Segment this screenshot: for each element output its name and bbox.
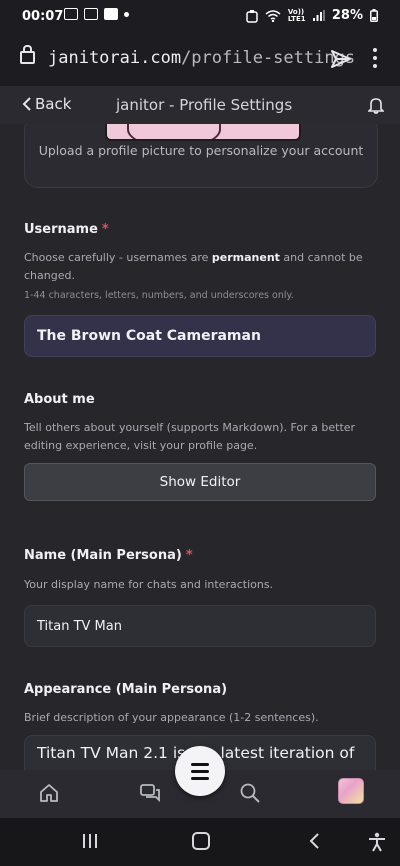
menu-button[interactable] (175, 746, 225, 796)
username-rule: 1-44 characters, letters, numbers, and u… (24, 290, 294, 301)
username-input[interactable]: The Brown Coat Cameraman (24, 315, 376, 357)
persona-name-label: Name (Main Persona) * (24, 548, 193, 563)
chats-icon[interactable] (139, 782, 161, 804)
url-text[interactable]: janitorai.com/profile-settings (48, 48, 355, 68)
system-navigation-bar (0, 818, 400, 866)
app-header: Back janitor - Profile Settings (0, 86, 400, 124)
username-label: Username * (24, 222, 109, 237)
profile-picture-preview[interactable] (105, 124, 301, 141)
system-status-icons: Vo)) LTE1 28% (246, 8, 378, 23)
more-notifications-icon (124, 11, 129, 17)
accessibility-icon[interactable] (368, 832, 386, 852)
browser-url-bar[interactable]: janitorai.com/profile-settings (0, 34, 400, 86)
settings-form[interactable]: Upload a profile picture to personalize … (0, 124, 400, 770)
page-title: janitor - Profile Settings (116, 96, 293, 114)
network-label: Vo)) LTE1 (287, 7, 306, 23)
username-help-text-1: Choose carefully - usernames are (24, 251, 212, 264)
required-mark: * (101, 222, 109, 237)
signal-icon (312, 10, 325, 21)
notification-icons (64, 8, 129, 20)
profile-picture-caption: Upload a profile picture to personalize … (38, 143, 364, 158)
username-help-bold: permanent (211, 251, 280, 264)
youtube-icon (104, 8, 118, 20)
url-path: /profile-settings (181, 48, 356, 68)
alarm-icon (246, 9, 258, 23)
recents-icon[interactable] (83, 834, 97, 848)
browser-menu-icon[interactable] (372, 48, 378, 70)
persona-name-help: Your display name for chats and interact… (24, 578, 274, 591)
profile-picture-card[interactable]: Upload a profile picture to personalize … (24, 124, 378, 188)
tv-icon (84, 8, 98, 20)
notifications-bell-icon[interactable] (368, 96, 384, 114)
appearance-help: Brief description of your appearance (1-… (24, 711, 319, 724)
url-host: janitorai.com (48, 48, 182, 68)
discord-icon (64, 8, 78, 20)
battery-icon (370, 9, 378, 22)
user-avatar[interactable] (338, 778, 364, 804)
persona-name-input[interactable]: Titan TV Man (24, 605, 376, 647)
search-icon[interactable] (239, 782, 261, 804)
about-help: Tell others about yourself (supports Mar… (24, 421, 356, 452)
status-bar: 00:07 Vo)) LTE1 28% (0, 0, 400, 34)
home-button-icon[interactable] (192, 832, 210, 850)
show-editor-button[interactable]: Show Editor (24, 463, 376, 501)
status-time: 00:07 (22, 9, 64, 24)
about-label: About me (24, 392, 95, 407)
lock-icon[interactable] (20, 45, 35, 64)
battery-percent: 28% (331, 8, 363, 23)
wifi-icon (265, 9, 281, 22)
username-label-text: Username (24, 222, 98, 237)
share-icon[interactable] (330, 48, 352, 70)
username-help: Choose carefully - usernames are permane… (24, 249, 376, 285)
back-button[interactable]: Back (22, 95, 71, 113)
home-icon[interactable] (38, 782, 60, 804)
appearance-label: Appearance (Main Persona) (24, 682, 228, 697)
persona-name-label-text: Name (Main Persona) (24, 548, 182, 563)
required-mark: * (185, 548, 193, 563)
back-icon[interactable] (308, 832, 320, 850)
chevron-left-icon (22, 97, 31, 111)
back-label: Back (35, 95, 72, 113)
